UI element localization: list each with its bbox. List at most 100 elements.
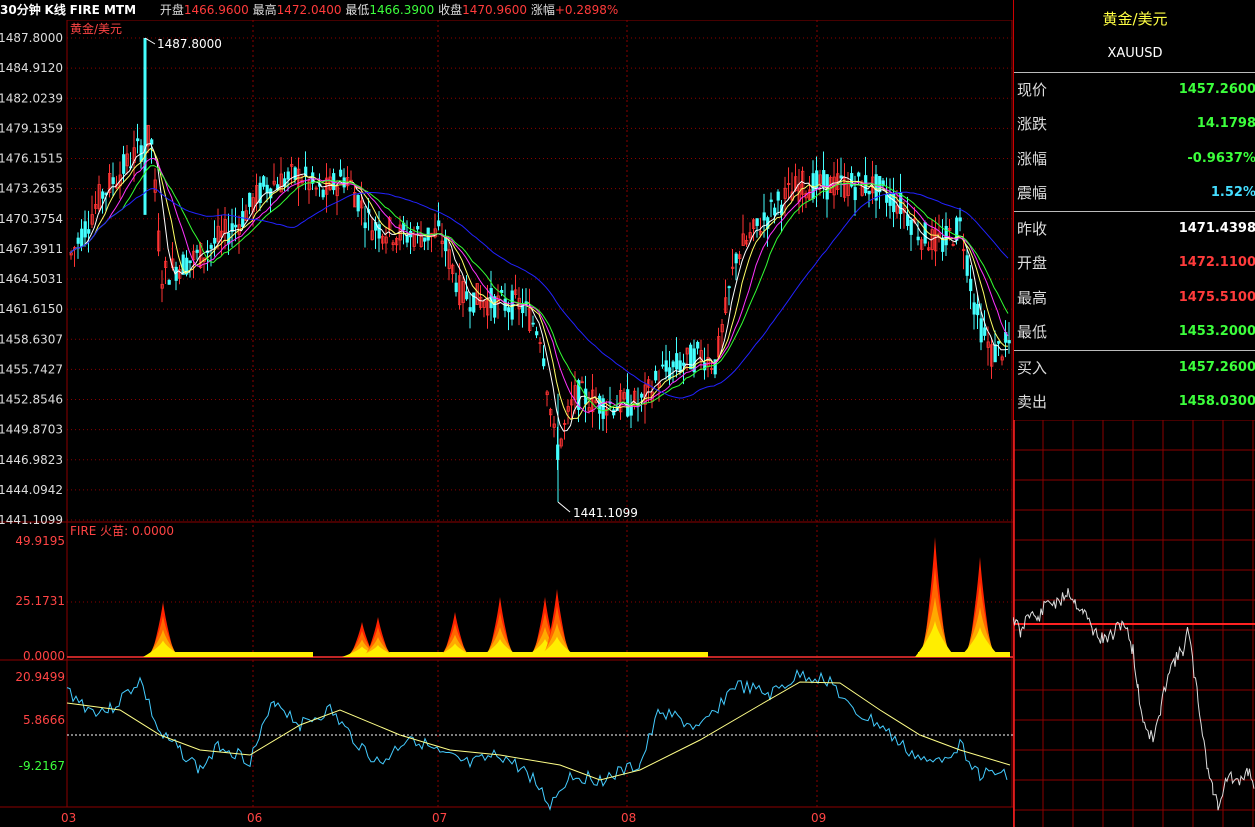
price-axis-label: 1446.9823	[0, 453, 63, 467]
price-axis-label: 1444.0942	[0, 483, 63, 497]
candle-body	[437, 220, 441, 227]
candle-body	[468, 307, 472, 312]
candle-body	[976, 303, 980, 316]
quote-row-value: 1472.1100	[1178, 255, 1255, 270]
candle-body	[612, 409, 616, 416]
candle-body	[213, 237, 217, 244]
candle-body	[874, 174, 878, 201]
close-value: 1470.9600	[462, 3, 528, 17]
quote-row: 现价 1457.2600	[1014, 73, 1255, 107]
indicator-names: FIRE MTM	[69, 3, 137, 17]
candle-body	[248, 192, 252, 207]
candle-body	[671, 361, 675, 368]
candle-body	[332, 173, 336, 191]
price-axis-label: 1458.6307	[0, 332, 63, 346]
quote-row: 买入 1457.2600	[1014, 351, 1255, 385]
x-axis-label: 03	[61, 811, 76, 825]
candle-body	[1007, 340, 1011, 344]
candle-body	[321, 189, 325, 198]
candle-body	[661, 364, 665, 367]
price-axis-label: 1449.8703	[0, 423, 63, 437]
candle-body	[286, 171, 290, 180]
candle-body	[87, 229, 91, 234]
kline-chart[interactable]: 1487.8000 1484.9120 1482.0239 1479.1359 1476…	[0, 20, 1013, 827]
mtm-axis-label: 20.9499	[15, 670, 65, 684]
candle-body	[262, 176, 266, 187]
quote-row-label: 震幅	[1017, 184, 1048, 202]
mtm-axis-label: 5.8666	[23, 713, 65, 727]
candle-body	[265, 184, 269, 193]
quote-row-label: 涨幅	[1017, 150, 1048, 168]
candle-body	[983, 327, 987, 336]
intraday-mini-chart[interactable]	[1013, 420, 1255, 827]
quote-row-value: 1471.4398	[1178, 221, 1255, 236]
candle-body	[111, 177, 115, 185]
candle-body	[234, 224, 238, 228]
high-label: 最高	[252, 3, 277, 17]
candle-body	[675, 353, 679, 370]
candle-body	[629, 405, 633, 416]
price-axis-label: 1487.8000	[0, 31, 63, 45]
price-axis-label: 1455.7427	[0, 362, 63, 376]
quote-row-label: 买入	[1017, 359, 1048, 377]
quote-row: 涨跌 14.1798	[1014, 107, 1255, 141]
fire-flame	[915, 621, 955, 657]
x-axis-label: 09	[811, 811, 826, 825]
quote-row-value: 1457.2600	[1178, 82, 1255, 97]
quote-row: 开盘 1472.1100	[1014, 246, 1255, 280]
quote-row-label: 卖出	[1017, 393, 1048, 411]
x-axis-label: 08	[621, 811, 636, 825]
candle-body	[122, 154, 126, 174]
open-label: 开盘	[159, 3, 184, 17]
min-price-marker: 1441.1099	[573, 506, 638, 520]
candle-body	[979, 318, 983, 343]
fire-flame	[143, 640, 183, 657]
close-label: 收盘	[438, 3, 463, 17]
price-axis-label: 1476.1515	[0, 152, 63, 166]
candle-body	[696, 341, 700, 349]
quote-row: 震幅 1.52%	[1014, 176, 1255, 210]
candle-body	[542, 358, 546, 367]
candle-body	[423, 237, 427, 242]
quote-row-label: 涨跌	[1017, 115, 1048, 133]
fire-flame	[960, 627, 1000, 657]
quote-row-label: 现价	[1017, 81, 1048, 99]
candle-body	[993, 344, 997, 363]
candle-body	[493, 296, 497, 318]
price-axis-label: 1473.2635	[0, 182, 63, 196]
candle-body	[363, 222, 367, 229]
price-axis-label: 1479.1359	[0, 121, 63, 135]
mtm-axis-label: -9.2167	[19, 759, 65, 773]
open-value: 1466.9600	[183, 3, 249, 17]
x-axis-label: 06	[247, 811, 262, 825]
chart-header: 30分钟 K线 FIRE MTM 开盘1466.9600 最高1472.0400…	[0, 0, 1013, 20]
fire-panel-title: FIRE 火苗: 0.0000	[70, 524, 174, 538]
kline-label: K线	[44, 3, 66, 17]
low-label: 最低	[345, 3, 370, 17]
quote-title: 黄金/美元	[1102, 10, 1168, 28]
quote-row-value: 1475.5100	[1178, 290, 1255, 305]
candle-body	[678, 360, 682, 373]
quote-row: 最低 1453.2000	[1014, 315, 1255, 349]
candle-body	[773, 207, 777, 216]
change-label: 涨幅	[530, 3, 555, 17]
fire-axis-label: 49.9195	[15, 534, 65, 548]
candle-body	[668, 367, 672, 380]
candle-body	[972, 302, 976, 315]
candle-body	[909, 219, 913, 235]
quote-row-value: 1453.2000	[1178, 324, 1255, 339]
candle-body	[734, 253, 738, 264]
quote-row-value: 1457.2600	[1178, 360, 1255, 375]
candle-body	[356, 195, 360, 212]
period-label[interactable]: 30分钟	[0, 0, 41, 20]
candle-body	[293, 167, 297, 180]
candle-body	[822, 170, 826, 188]
quote-row: 昨收 1471.4398	[1014, 212, 1255, 246]
candle-body	[454, 282, 458, 293]
candle-body	[853, 187, 857, 201]
quote-row-label: 开盘	[1017, 254, 1048, 272]
candle-body	[640, 393, 644, 398]
price-axis-label: 1464.5031	[0, 272, 63, 286]
price-axis-label: 1461.6150	[0, 302, 63, 316]
max-price-marker: 1487.8000	[157, 37, 222, 51]
